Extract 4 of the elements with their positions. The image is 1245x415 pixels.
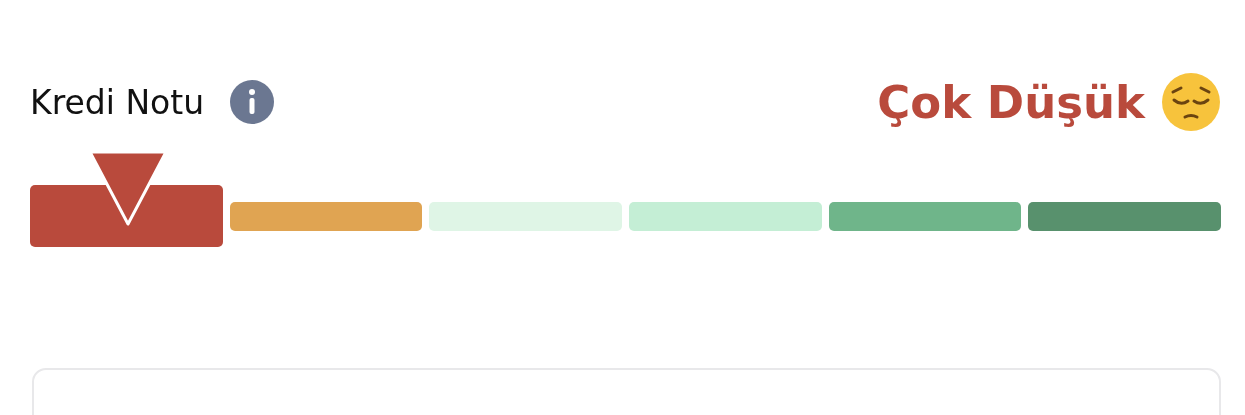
rating-text: Çok Düşük	[877, 75, 1145, 129]
credit-score-label: Kredi Notu	[30, 82, 205, 122]
pensive-face-icon	[1161, 72, 1221, 132]
info-icon[interactable]	[230, 80, 275, 124]
